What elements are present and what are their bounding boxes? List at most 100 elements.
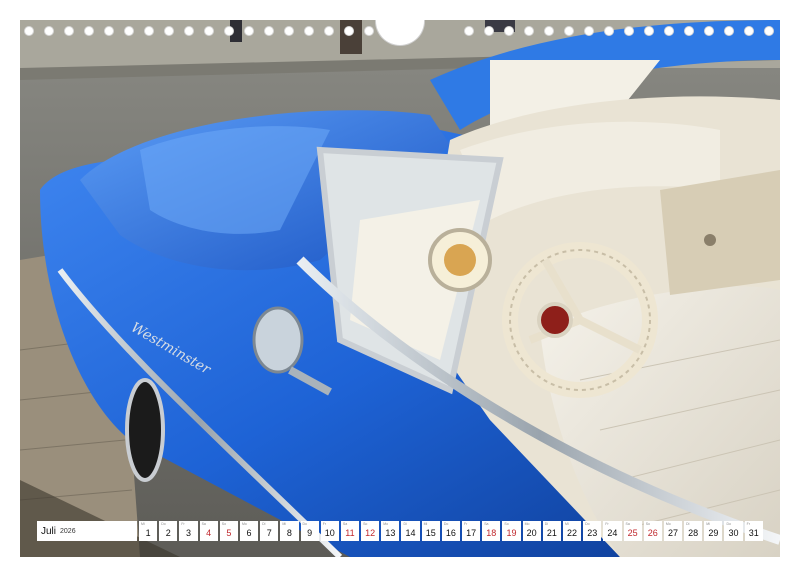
- calendar-day: Fr 3: [179, 521, 198, 541]
- binding-hole: [204, 26, 214, 36]
- day-number: 1: [145, 528, 151, 538]
- binding-hole: [284, 26, 294, 36]
- weekday-abbrev: Mi: [706, 522, 710, 526]
- day-number: 12: [365, 528, 376, 538]
- day-number: 31: [748, 528, 759, 538]
- binding-hole: [324, 26, 334, 36]
- calendar-day: Do 16: [441, 521, 460, 541]
- day-number: 23: [587, 528, 598, 538]
- binding-hole: [604, 26, 614, 36]
- calendar-day: So 12: [361, 521, 380, 541]
- day-number: 3: [185, 528, 191, 538]
- weekday-abbrev: Fr: [464, 522, 468, 526]
- calendar-day: Mi 29: [704, 521, 723, 541]
- calendar-day: Di 21: [542, 521, 561, 541]
- month-label: Juli 2026: [37, 521, 137, 541]
- weekday-abbrev: Do: [161, 522, 166, 526]
- door-panel: [660, 170, 780, 295]
- month-name: Juli: [41, 525, 57, 537]
- calendar-day: Mi 22: [562, 521, 582, 541]
- calendar-day: Do 2: [159, 521, 178, 541]
- binding-hole: [684, 26, 694, 36]
- calendar-day: Sa 18: [482, 521, 501, 541]
- weekday-abbrev: Do: [302, 522, 307, 526]
- weekday-abbrev: Sa: [625, 522, 630, 526]
- binding-hole: [584, 26, 594, 36]
- binding-hole: [244, 26, 254, 36]
- calendar-day: Sa 11: [340, 521, 360, 541]
- weekday-abbrev: Do: [585, 522, 590, 526]
- day-number: 25: [627, 528, 638, 538]
- calendar-day: Do 9: [300, 521, 319, 541]
- horn-button: [537, 302, 573, 338]
- day-number: 10: [324, 528, 335, 538]
- weekday-abbrev: So: [221, 522, 227, 526]
- binding-hole: [464, 26, 474, 36]
- binding-hole: [304, 26, 314, 36]
- calendar-strip: Juli 2026 Mi 1 Do 2 Fr 3 Sa 4 So 5 Mo 6 Di 7 Mi 8 Do 9 Fr 1…: [37, 521, 763, 541]
- weekday-abbrev: Fr: [746, 522, 750, 526]
- calendar-day: Fr 17: [462, 521, 481, 541]
- binding-hole: [624, 26, 634, 36]
- binding-hole: [264, 26, 274, 36]
- day-number: 30: [728, 528, 739, 538]
- weekday-abbrev: Di: [686, 522, 690, 526]
- calendar-day: Do 30: [724, 521, 743, 541]
- weekday-abbrev: Mo: [524, 522, 530, 526]
- binding-hole: [364, 26, 374, 36]
- weekday-abbrev: So: [645, 522, 650, 526]
- calendar-day: Mo 27: [663, 521, 683, 541]
- weekday-abbrev: Sa: [342, 522, 348, 526]
- weekday-abbrev: Di: [262, 522, 266, 526]
- day-number: 18: [486, 528, 497, 538]
- weekday-abbrev: Do: [443, 522, 449, 526]
- day-number: 22: [567, 528, 578, 538]
- binding-hole: [564, 26, 574, 36]
- weekday-abbrev: Di: [403, 522, 407, 526]
- day-number: 6: [246, 528, 252, 538]
- weekday-abbrev: Mo: [241, 522, 247, 526]
- wheel: [125, 378, 165, 482]
- binding-hole: [764, 26, 774, 36]
- weekday-abbrev: Fr: [605, 522, 609, 526]
- calendar-day: Mi 8: [280, 521, 299, 541]
- weekday-abbrev: Fr: [181, 522, 185, 526]
- weekday-abbrev: Sa: [201, 522, 206, 526]
- weekday-abbrev: Mo: [383, 522, 389, 526]
- day-number: 21: [546, 528, 557, 538]
- day-number: 16: [445, 528, 456, 538]
- day-number: 17: [466, 528, 477, 538]
- side-mirror: [252, 306, 304, 374]
- calendar-day: Mo 20: [522, 521, 541, 541]
- binding-hole: [484, 26, 494, 36]
- binding-hole: [704, 26, 714, 36]
- weekday-abbrev: Mo: [665, 522, 671, 526]
- binding-hole: [124, 26, 134, 36]
- day-number: 15: [425, 528, 436, 538]
- day-number: 19: [506, 528, 517, 538]
- day-number: 27: [667, 528, 678, 538]
- day-number: 11: [345, 528, 355, 538]
- weekday-abbrev: So: [504, 522, 509, 526]
- calendar-day: Mi 1: [139, 521, 158, 541]
- day-number: 13: [385, 528, 396, 538]
- binding-hole: [84, 26, 94, 36]
- weekday-abbrev: So: [363, 522, 368, 526]
- binding-hole: [504, 26, 514, 36]
- binding-hole: [224, 26, 234, 36]
- binding-hole: [544, 26, 554, 36]
- binding-hole: [344, 26, 354, 36]
- calendar-day: Sa 25: [623, 521, 642, 541]
- year-label: 2026: [60, 527, 76, 535]
- binding-hole: [724, 26, 734, 36]
- binding-hole: [184, 26, 194, 36]
- calendar-day: So 19: [502, 521, 521, 541]
- calendar-day: Mi 15: [421, 521, 440, 541]
- weekday-abbrev: Mi: [423, 522, 428, 526]
- calendar-page: Westminster Juli 2026 Mi 1 Do 2 Fr 3 Sa 4 So 5 Mo 6…: [0, 0, 800, 577]
- day-number: 9: [307, 528, 313, 538]
- weekday-abbrev: Mi: [141, 522, 145, 526]
- calendar-day: Fr 31: [744, 521, 763, 541]
- day-number: 7: [266, 528, 272, 538]
- weekday-abbrev: Sa: [484, 522, 489, 526]
